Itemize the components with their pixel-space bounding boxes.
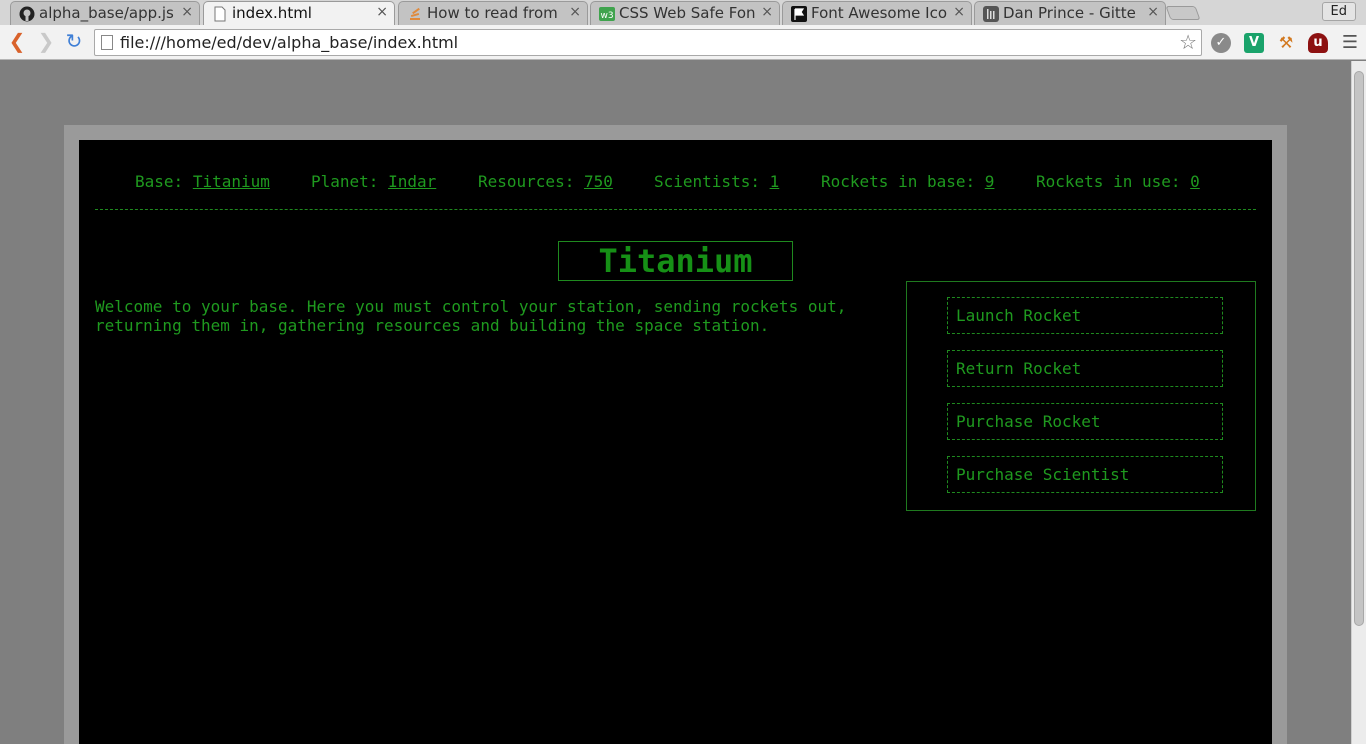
tab-gitter[interactable]: Dan Prince - Gitte × bbox=[974, 1, 1166, 25]
purchase-scientist-button[interactable]: Purchase Scientist bbox=[947, 456, 1223, 493]
stat-scientists: Scientists: 1 bbox=[654, 172, 779, 191]
stat-label: Scientists: bbox=[654, 172, 760, 191]
stat-resources: Resources: 750 bbox=[478, 172, 613, 191]
scrollbar-thumb[interactable] bbox=[1354, 71, 1364, 626]
tab-strip: alpha_base/app.js × index.html × How to … bbox=[0, 0, 1366, 25]
scientists-value: 1 bbox=[769, 172, 780, 191]
stat-label: Rockets in base: bbox=[821, 172, 976, 191]
page-title: Titanium bbox=[558, 241, 793, 281]
stat-label: Planet: bbox=[311, 172, 379, 191]
flag-icon bbox=[791, 6, 807, 22]
close-icon[interactable]: × bbox=[761, 4, 773, 20]
browser-toolbar: ❮ ❯ ↻ file:///home/ed/dev/alpha_base/ind… bbox=[0, 25, 1366, 60]
launch-rocket-button[interactable]: Launch Rocket bbox=[947, 297, 1223, 334]
tab-title: CSS Web Safe Fon bbox=[619, 4, 756, 22]
stackoverflow-icon bbox=[410, 7, 420, 20]
tab-how-to-read[interactable]: How to read from × bbox=[398, 1, 588, 25]
tab-title: index.html bbox=[232, 4, 312, 22]
ublock-extension-icon[interactable]: u bbox=[1308, 33, 1328, 53]
svg-text:w3: w3 bbox=[600, 11, 613, 21]
close-icon[interactable]: × bbox=[569, 4, 581, 20]
tab-title: How to read from bbox=[427, 4, 558, 22]
close-icon[interactable]: × bbox=[1147, 4, 1159, 20]
tab-font-awesome[interactable]: Font Awesome Ico × bbox=[782, 1, 972, 25]
gitter-icon bbox=[983, 6, 999, 22]
file-icon bbox=[214, 6, 226, 22]
tab-index-html[interactable]: index.html × bbox=[203, 1, 395, 25]
profile-button[interactable]: Ed bbox=[1321, 2, 1356, 21]
rockets-in-base-value: 9 bbox=[984, 172, 995, 191]
vimium-extension-icon[interactable]: V bbox=[1244, 33, 1264, 53]
vertical-scrollbar[interactable] bbox=[1351, 61, 1366, 744]
stat-label: Resources: bbox=[478, 172, 575, 191]
stat-rockets-in-use: Rockets in use: 0 bbox=[1036, 172, 1200, 191]
welcome-text: Welcome to your base. Here you must cont… bbox=[95, 297, 847, 335]
stat-rockets-in-base: Rockets in base: 9 bbox=[821, 172, 994, 191]
github-icon bbox=[19, 6, 35, 22]
tab-title: alpha_base/app.js bbox=[39, 4, 174, 22]
url-text[interactable]: file:///home/ed/dev/alpha_base/index.htm… bbox=[120, 33, 458, 52]
reload-icon[interactable]: ↻ bbox=[63, 31, 85, 53]
page-icon bbox=[101, 35, 113, 50]
stat-label: Rockets in use: bbox=[1036, 172, 1181, 191]
tab-title: Font Awesome Ico bbox=[811, 4, 948, 22]
tab-title: Dan Prince - Gitte bbox=[1003, 4, 1136, 22]
page-viewport: Base: Titanium Planet: Indar Resources: … bbox=[0, 61, 1366, 744]
forward-icon[interactable]: ❯ bbox=[35, 31, 57, 53]
rockets-in-use-value: 0 bbox=[1190, 172, 1200, 191]
base-name-link[interactable]: Titanium bbox=[193, 172, 270, 191]
game-screen: Base: Titanium Planet: Indar Resources: … bbox=[79, 140, 1272, 744]
close-icon[interactable]: × bbox=[376, 4, 388, 20]
stat-label: Base: bbox=[135, 172, 184, 191]
compass-extension-icon[interactable]: ✓ bbox=[1211, 33, 1231, 53]
close-icon[interactable]: × bbox=[953, 4, 965, 20]
bookmark-star-icon[interactable]: ☆ bbox=[1179, 30, 1197, 54]
planet-name-link[interactable]: Indar bbox=[388, 172, 436, 191]
stat-planet: Planet: Indar bbox=[311, 172, 436, 191]
back-icon[interactable]: ❮ bbox=[6, 31, 28, 53]
devtools-extension-icon[interactable]: ⚒ bbox=[1276, 33, 1296, 53]
resources-value: 750 bbox=[583, 172, 613, 191]
close-icon[interactable]: × bbox=[181, 4, 193, 20]
tab-github-app-js[interactable]: alpha_base/app.js × bbox=[10, 1, 200, 25]
menu-icon[interactable]: ☰ bbox=[1340, 33, 1360, 53]
actions-panel: Launch Rocket Return Rocket Purchase Roc… bbox=[906, 281, 1256, 511]
w3schools-icon: w3 bbox=[599, 7, 615, 21]
game-frame: Base: Titanium Planet: Indar Resources: … bbox=[64, 125, 1287, 744]
return-rocket-button[interactable]: Return Rocket bbox=[947, 350, 1223, 387]
purchase-rocket-button[interactable]: Purchase Rocket bbox=[947, 403, 1223, 440]
tab-css-web-safe[interactable]: w3 CSS Web Safe Fon × bbox=[590, 1, 780, 25]
address-bar[interactable]: file:///home/ed/dev/alpha_base/index.htm… bbox=[94, 29, 1202, 56]
stats-bar: Base: Titanium Planet: Indar Resources: … bbox=[95, 172, 1256, 210]
stat-base: Base: Titanium bbox=[135, 172, 270, 191]
new-tab-button[interactable] bbox=[1165, 6, 1201, 20]
